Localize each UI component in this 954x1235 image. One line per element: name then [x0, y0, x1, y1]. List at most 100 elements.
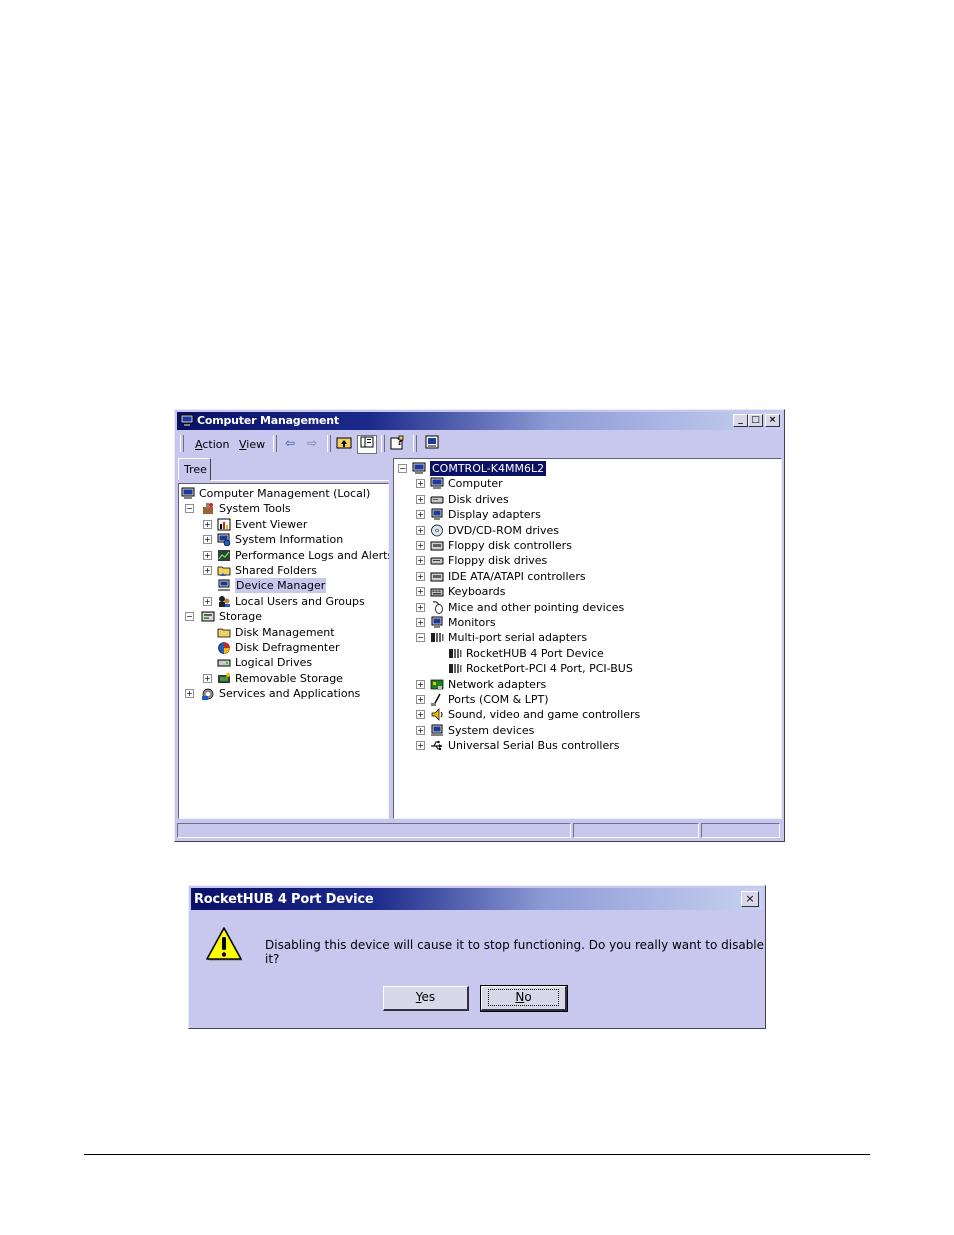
console-tree-pane[interactable]: Computer Management (Local) − System Tools…	[178, 483, 393, 819]
expand-icon[interactable]: +	[203, 519, 212, 529]
device-tree-pane[interactable]: − COMTROL-K4MM6L2 + Computer + Disk drives + Di…	[393, 458, 782, 819]
expand-icon[interactable]: +	[416, 556, 425, 566]
up-folder-icon[interactable]	[335, 435, 353, 452]
right_tree-item-label: Keyboards	[448, 585, 506, 599]
warning-icon	[206, 927, 243, 961]
dialog-message: Disabling this device will cause it to s…	[265, 938, 765, 966]
right_tree-item-label: DVD/CD-ROM drives	[448, 523, 559, 537]
status-cell-3	[701, 823, 780, 838]
event-viewer-icon	[217, 518, 231, 531]
status-cell-2	[573, 823, 699, 838]
close-button[interactable]: ×	[765, 414, 780, 427]
expand-icon[interactable]: +	[203, 550, 212, 560]
computer-icon	[412, 462, 426, 475]
dialog-close-button[interactable]: ×	[741, 891, 759, 907]
menu-view[interactable]: View	[239, 438, 265, 451]
expand-icon[interactable]: +	[416, 541, 425, 550]
right_tree-item-label: Network adapters	[448, 677, 547, 691]
expand-icon[interactable]: +	[185, 689, 194, 699]
right_tree-item-label: Ports (COM & LPT)	[448, 693, 549, 706]
folder-icon	[217, 626, 231, 639]
mouse-icon	[430, 600, 444, 614]
yes-button[interactable]: Yes	[383, 986, 469, 1011]
collapse-icon[interactable]: −	[185, 612, 194, 622]
left_tree-item-label: Computer Management (Local)	[199, 487, 371, 500]
right_tree-item-label: Monitors	[448, 616, 496, 629]
expand-icon[interactable]: +	[416, 587, 425, 597]
status-cell-main	[177, 823, 571, 838]
collapse-icon[interactable]: −	[398, 464, 407, 473]
help-icon[interactable]: ?	[389, 435, 407, 452]
sound-icon	[430, 708, 444, 722]
tools-icon	[201, 502, 215, 515]
device-manager-icon	[217, 579, 231, 592]
floppy-controller-icon	[430, 539, 444, 552]
show-hide-tree-icon[interactable]	[357, 435, 377, 454]
expand-icon[interactable]: +	[416, 679, 425, 689]
menu-action[interactable]: Action	[195, 438, 229, 451]
network-icon	[430, 678, 444, 691]
computer-management-icon	[180, 414, 194, 426]
expand-icon[interactable]: +	[203, 596, 212, 606]
serial-adapter-icon	[448, 647, 462, 660]
title-bar[interactable]: Computer Management _ □ ×	[177, 412, 782, 430]
expand-icon[interactable]: +	[416, 618, 425, 627]
expand-icon[interactable]: +	[416, 602, 425, 612]
no-button[interactable]: No	[480, 985, 568, 1012]
expand-icon[interactable]: +	[416, 510, 425, 520]
cdrom-icon	[430, 524, 444, 537]
shared-folder-icon	[217, 564, 231, 577]
collapse-icon[interactable]: −	[416, 633, 425, 643]
system-devices-icon	[430, 724, 444, 737]
collapse-icon[interactable]: −	[185, 504, 194, 514]
left_tree-item-label: Storage	[219, 610, 263, 624]
dialog-title-bar[interactable]: RocketHUB 4 Port Device ×	[191, 888, 763, 910]
left_tree-item-label: Logical Drives	[235, 656, 313, 670]
serial-adapter-icon	[430, 631, 444, 644]
expand-icon[interactable]: +	[416, 479, 425, 489]
right_tree-item-label: RocketHUB 4 Port Device	[466, 646, 604, 660]
usb-icon	[430, 739, 444, 752]
expand-icon[interactable]: +	[416, 525, 425, 535]
right_tree-item-label: IDE ATA/ATAPI controllers	[448, 569, 586, 583]
left_tree-item-label: Local Users and Groups	[235, 594, 365, 608]
minimize-button[interactable]: _	[733, 414, 748, 427]
performance-icon	[217, 549, 231, 562]
computer-icon	[430, 477, 444, 490]
right_tree-item-label: System devices	[448, 723, 535, 737]
expand-icon[interactable]: +	[203, 535, 212, 545]
page-footer-rule	[84, 1154, 870, 1155]
right_tree-item-label: Mice and other pointing devices	[448, 600, 625, 614]
right_tree-item-label: Floppy disk controllers	[448, 539, 572, 552]
storage-icon	[201, 610, 215, 623]
toolbar-separator	[327, 435, 331, 452]
expand-icon[interactable]: +	[416, 695, 425, 704]
expand-icon[interactable]: +	[416, 741, 425, 751]
expand-icon[interactable]: +	[416, 725, 425, 735]
defrag-icon	[217, 641, 231, 654]
left_tree-item-label: Disk Defragmenter	[235, 641, 340, 654]
disable-device-dialog: RocketHUB 4 Port Device × Disabling this…	[188, 885, 766, 1029]
right_tree-item-label: Sound, video and game controllers	[448, 708, 641, 722]
expand-icon[interactable]: +	[203, 566, 212, 575]
left_tree-item-label: System Information	[235, 533, 344, 547]
expand-icon[interactable]: +	[416, 494, 425, 504]
left_tree-item-label: System Tools	[219, 502, 291, 516]
back-arrow-icon[interactable]: ⇦	[281, 435, 299, 452]
maximize-button[interactable]: □	[748, 414, 763, 427]
floppy-icon	[430, 554, 444, 567]
expand-icon[interactable]: +	[416, 571, 425, 581]
tab-tree[interactable]: Tree	[178, 458, 211, 480]
status-bar	[177, 821, 782, 840]
monitor-icon	[430, 616, 444, 629]
computer-management-window: Computer Management _ □ × Action View ⇦ …	[174, 409, 785, 842]
right_tree-item-label: Computer	[448, 477, 503, 491]
toolbar-separator	[413, 435, 417, 452]
left_tree-item-label: Device Manager	[235, 578, 327, 594]
forward-arrow-icon[interactable]: ⇨	[303, 435, 321, 452]
dialog-title: RocketHUB 4 Port Device	[194, 892, 374, 907]
properties-icon[interactable]	[423, 435, 441, 452]
expand-icon[interactable]: +	[203, 673, 212, 683]
expand-icon[interactable]: +	[416, 710, 425, 720]
toolbar: Action View ⇦ ⇨ ?	[177, 432, 782, 456]
